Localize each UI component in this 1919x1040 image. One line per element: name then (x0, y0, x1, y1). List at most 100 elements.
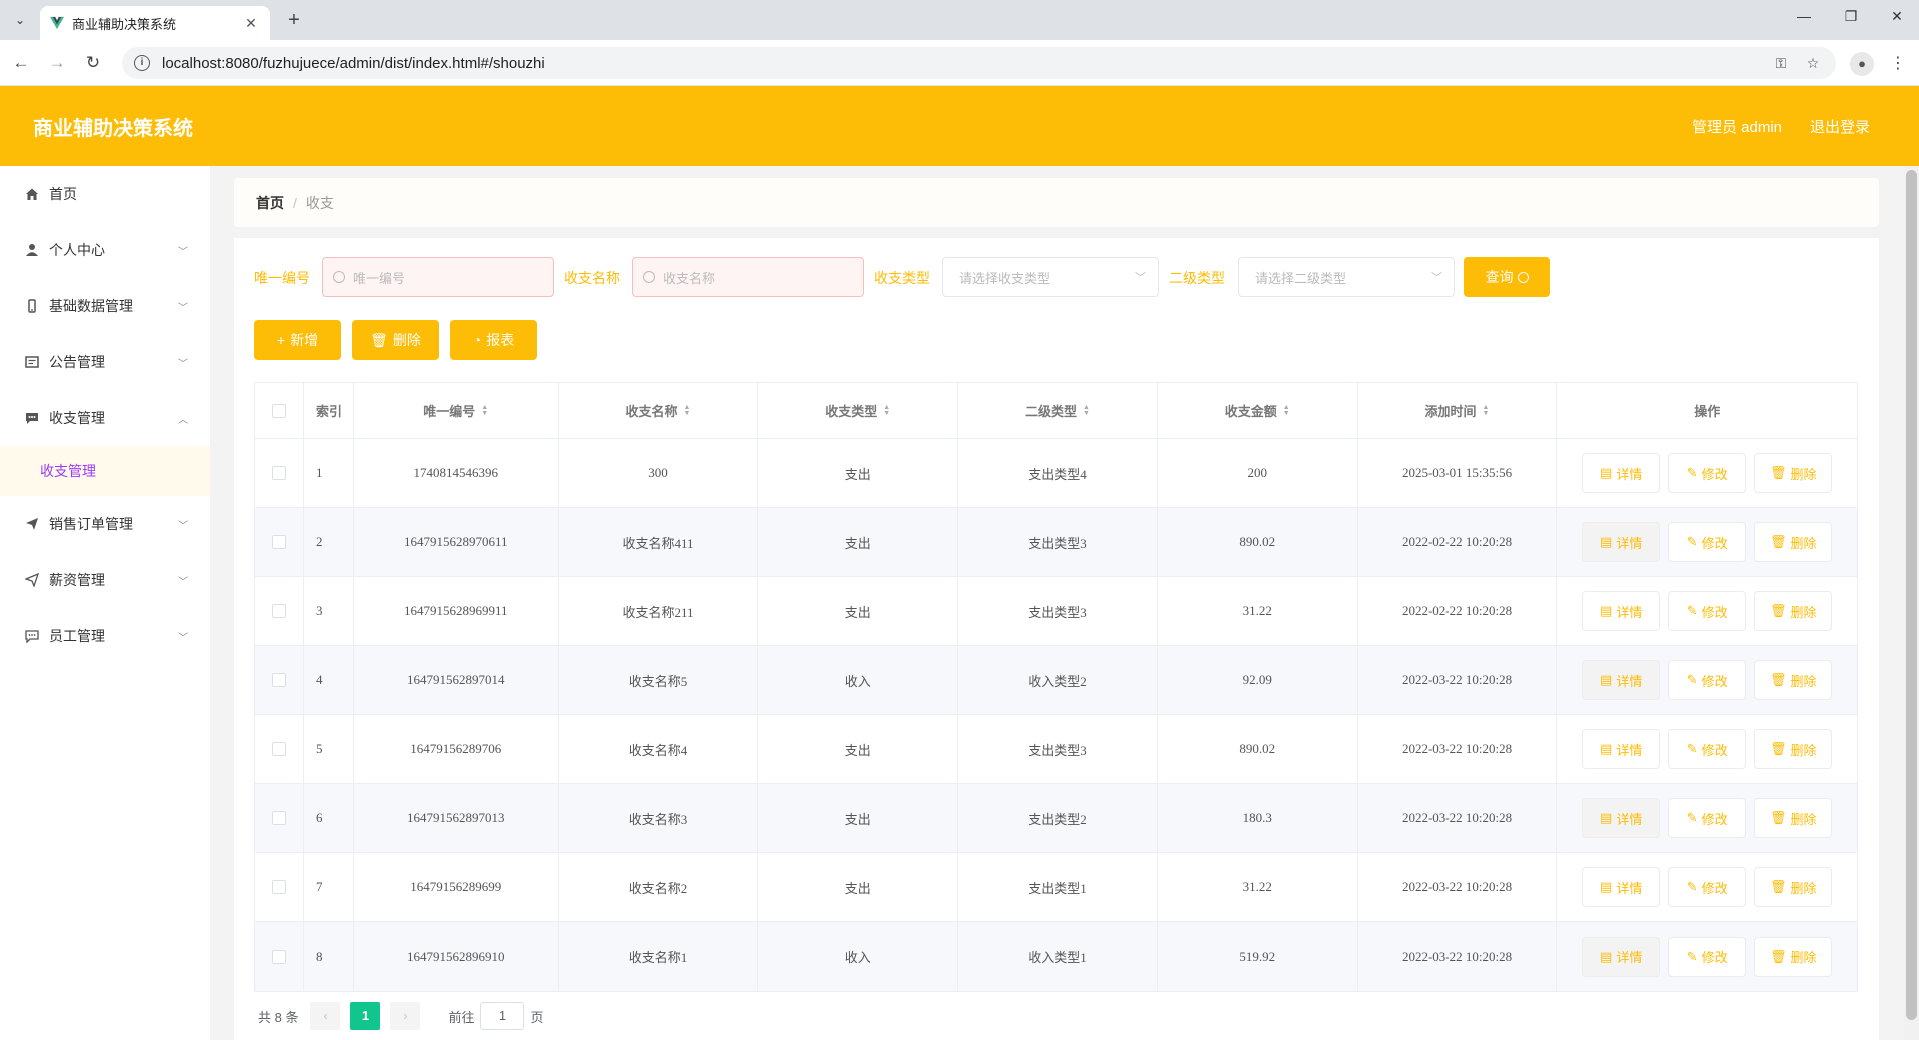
cell-type-text: 支出 (844, 742, 871, 758)
tab-search-icon[interactable]: ⌄ (8, 8, 32, 32)
delete-button[interactable]: 🗑 删除 (1754, 936, 1833, 977)
select-all-checkbox[interactable] (271, 403, 286, 418)
search-no-placeholder: 唯一编号 (353, 270, 406, 286)
edit-button[interactable]: ✎ 修改 (1668, 936, 1747, 977)
breadcrumb-home[interactable]: 首页 (256, 193, 284, 213)
header-time[interactable]: 添加时间 ▲ ▼ (1358, 383, 1558, 438)
sidebar-item-income-expense[interactable]: 收支管理 ︿ (0, 390, 210, 446)
cell-idx-text: 6 (315, 810, 323, 825)
page-scrollbar-thumb[interactable] (1906, 170, 1917, 1020)
search-sub-select[interactable]: 请选择二级类型 ﹀ (1238, 257, 1455, 297)
bookmark-star-icon[interactable]: ☆ (1802, 55, 1824, 72)
cell-type: 支出 (758, 784, 959, 852)
logout-link[interactable]: 退出登录 (1810, 116, 1870, 137)
chevron-down-icon: ﹀ (1135, 272, 1146, 284)
restore-icon[interactable]: ❐ (1841, 8, 1861, 25)
page-jump-input[interactable]: 1 (480, 1002, 525, 1030)
profile-avatar-icon[interactable]: ● (1850, 52, 1874, 76)
cell-idx: 4 (304, 646, 354, 714)
header-sub[interactable]: 二级类型 ▲ ▼ (958, 383, 1158, 438)
chevron-down-icon: ﹀ (178, 520, 188, 532)
detail-button[interactable]: ▤ 详情 (1582, 798, 1661, 838)
header-type[interactable]: 收支类型 ▲ ▼ (758, 383, 959, 438)
report-button[interactable]: ◔ 报表 (450, 320, 537, 360)
user-icon (24, 242, 40, 258)
row-checkbox[interactable] (271, 949, 286, 964)
row-checkbox[interactable] (271, 742, 286, 756)
sort-icon[interactable]: ▲ ▼ (1483, 404, 1490, 417)
close-window-icon[interactable]: ✕ (1887, 8, 1907, 25)
table-row: 5 16479156289706 收支名称4 支出 支出类型3 890.02 2022-03… (255, 715, 1857, 784)
header-time-label: 添加时间 (1424, 404, 1477, 419)
browser-menu-icon[interactable]: ⋮ (1888, 52, 1908, 76)
detail-button[interactable]: ▤ 详情 (1582, 660, 1661, 700)
batch-delete-button[interactable]: 🗑 删除 (352, 320, 439, 360)
sidebar-item-notice[interactable]: 公告管理 ﹀ (0, 334, 210, 390)
edit-button[interactable]: ✎ 修改 (1668, 729, 1747, 769)
search-no-input[interactable]: 唯一编号 (322, 257, 554, 297)
cell-amount-text: 180.3 (1242, 810, 1272, 825)
detail-button[interactable]: ▤ 详情 (1582, 729, 1661, 769)
edit-button[interactable]: ✎ 修改 (1668, 453, 1747, 493)
back-icon[interactable]: ← (10, 52, 32, 74)
next-page-button[interactable]: › (390, 1002, 421, 1030)
detail-button[interactable]: ▤ 详情 (1582, 867, 1661, 907)
sort-icon[interactable]: ▲ ▼ (1283, 404, 1290, 417)
header-no[interactable]: 唯一编号 ▲ ▼ (354, 383, 559, 438)
row-checkbox[interactable] (271, 673, 286, 687)
page-number-current[interactable]: 1 (350, 1002, 381, 1030)
add-button[interactable]: + 新增 (254, 320, 341, 360)
reload-icon[interactable]: ↻ (82, 52, 104, 74)
trash-icon: 🗑 (1769, 603, 1787, 618)
delete-button[interactable]: 🗑 删除 (1754, 453, 1833, 493)
search-type-select[interactable]: 请选择收支类型 ﹀ (942, 257, 1159, 297)
row-checkbox[interactable] (271, 880, 286, 894)
delete-button[interactable]: 🗑 删除 (1754, 798, 1833, 838)
sidebar-item-basic-data[interactable]: 基础数据管理 ﹀ (0, 278, 210, 334)
row-checkbox[interactable] (271, 535, 286, 549)
search-name-input[interactable]: 收支名称 (632, 257, 864, 297)
sidebar-item-employee[interactable]: 员工管理 ﹀ (0, 608, 210, 664)
key-icon[interactable]: ⚿ (1770, 55, 1792, 72)
pagination-goto-label: 前往 (448, 1009, 475, 1025)
row-checkbox[interactable] (271, 811, 286, 825)
header-name[interactable]: 收支名称 ▲ ▼ (559, 383, 759, 438)
site-info-icon[interactable]: i (134, 55, 150, 71)
new-tab-icon[interactable]: + (282, 9, 306, 33)
sort-icon[interactable]: ▲ ▼ (1083, 404, 1090, 417)
row-checkbox[interactable] (271, 466, 286, 480)
sidebar-item-home[interactable]: 首页 (0, 166, 210, 222)
delete-button[interactable]: 🗑 删除 (1754, 867, 1833, 907)
detail-button[interactable]: ▤ 详情 (1582, 522, 1661, 562)
tab-close-icon[interactable]: ✕ (242, 15, 260, 32)
edit-button[interactable]: ✎ 修改 (1668, 591, 1747, 631)
detail-button[interactable]: ▤ 详情 (1582, 591, 1661, 631)
prev-page-button[interactable]: ‹ (310, 1002, 341, 1030)
edit-button[interactable]: ✎ 修改 (1668, 867, 1747, 907)
url-text[interactable]: localhost:8080/fuzhujuece/admin/dist/ind… (162, 55, 1760, 72)
detail-button[interactable]: ▤ 详情 (1582, 453, 1661, 493)
sidebar-subitem-income-expense[interactable]: 收支管理 (0, 446, 210, 496)
query-button[interactable]: 查询 (1464, 257, 1550, 297)
sort-icon[interactable]: ▲ ▼ (684, 404, 691, 417)
sidebar-item-profile[interactable]: 个人中心 ﹀ (0, 222, 210, 278)
sort-icon[interactable]: ▲ ▼ (883, 404, 890, 417)
delete-button[interactable]: 🗑 删除 (1754, 591, 1833, 631)
edit-button[interactable]: ✎ 修改 (1668, 522, 1747, 562)
detail-button[interactable]: ▤ 详情 (1582, 936, 1661, 977)
cell-time-text: 2022-03-22 10:20:28 (1401, 672, 1513, 687)
minimize-icon[interactable]: — (1794, 8, 1814, 24)
sidebar-item-salary[interactable]: 薪资管理 ﹀ (0, 552, 210, 608)
delete-button[interactable]: 🗑 删除 (1754, 729, 1833, 769)
delete-button[interactable]: 🗑 删除 (1754, 660, 1833, 700)
forward-icon[interactable]: → (46, 52, 68, 74)
sidebar-item-sales-order[interactable]: 销售订单管理 ﹀ (0, 496, 210, 552)
address-bar[interactable]: i localhost:8080/fuzhujuece/admin/dist/i… (122, 47, 1836, 79)
header-amount[interactable]: 收支金额 ▲ ▼ (1158, 383, 1358, 438)
edit-button[interactable]: ✎ 修改 (1668, 660, 1747, 700)
browser-tab[interactable]: 商业辅助决策系统 ✕ (40, 6, 270, 40)
edit-button[interactable]: ✎ 修改 (1668, 798, 1747, 838)
sort-icon[interactable]: ▲ ▼ (481, 404, 488, 417)
row-checkbox[interactable] (271, 604, 286, 618)
delete-button[interactable]: 🗑 删除 (1754, 522, 1833, 562)
